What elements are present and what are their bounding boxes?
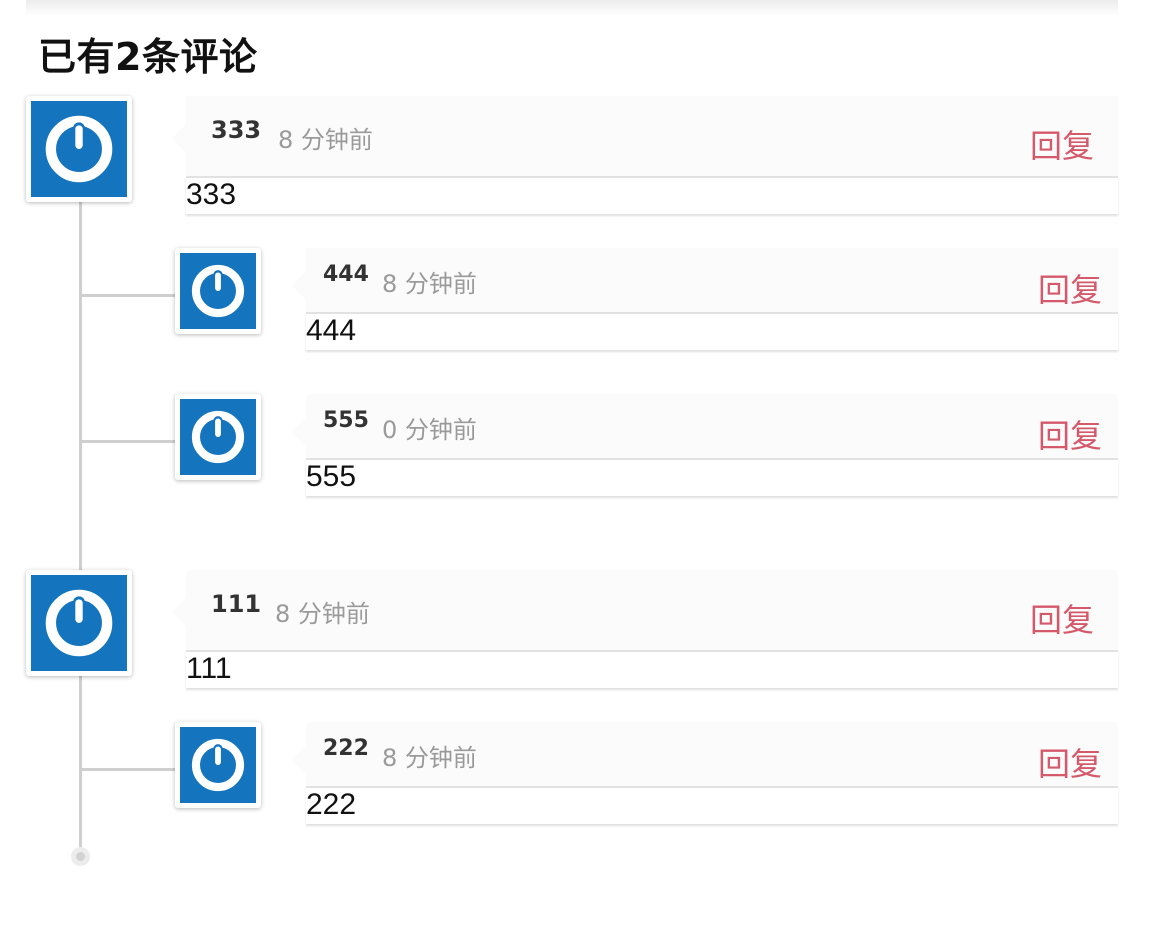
timeline-branch <box>82 294 176 297</box>
timeline-branch <box>82 440 176 443</box>
comment-body: 333 <box>186 178 1118 214</box>
power-icon <box>191 264 245 318</box>
timeline-line <box>79 200 82 574</box>
reply-button[interactable]: 回复 <box>1030 121 1094 167</box>
avatar[interactable] <box>175 248 261 334</box>
comment-time: 8 分钟前 <box>278 126 373 154</box>
comment-header: 222 8 分钟前 回复 <box>306 722 1118 788</box>
power-icon <box>191 410 245 464</box>
reply-button[interactable]: 回复 <box>1038 265 1102 311</box>
comment-author[interactable]: 555 <box>323 408 369 433</box>
reply-button[interactable]: 回复 <box>1038 739 1102 785</box>
timeline-branch <box>82 768 176 771</box>
comment-header: 555 0 分钟前 回复 <box>306 394 1118 460</box>
timeline-end-dot <box>71 847 90 866</box>
power-icon <box>45 589 113 657</box>
timeline-line <box>79 674 82 854</box>
comment-header: 333 8 分钟前 回复 <box>186 96 1118 178</box>
reply-button[interactable]: 回复 <box>1030 595 1094 641</box>
comment-text: 444 <box>306 314 357 347</box>
comment-author[interactable]: 333 <box>211 116 261 144</box>
comments-heading: 已有2条评论 <box>38 35 258 79</box>
avatar[interactable] <box>26 96 132 202</box>
comment-header: 111 8 分钟前 回复 <box>186 570 1118 652</box>
comment-time: 0 分钟前 <box>382 416 477 444</box>
comment-body: 111 <box>186 652 1118 688</box>
comment-author[interactable]: 111 <box>211 590 261 618</box>
comment-header: 444 8 分钟前 回复 <box>306 248 1118 314</box>
top-shadow <box>26 0 1118 16</box>
comment-author[interactable]: 444 <box>323 262 369 287</box>
comment-text: 222 <box>306 788 357 821</box>
power-icon <box>191 738 245 792</box>
avatar[interactable] <box>175 394 261 480</box>
comment-text: 555 <box>306 460 357 493</box>
comment-author[interactable]: 222 <box>323 736 369 761</box>
comment-body: 444 <box>306 314 1118 350</box>
comment-text: 333 <box>186 178 237 211</box>
comment-time: 8 分钟前 <box>275 600 370 628</box>
reply-button[interactable]: 回复 <box>1038 411 1102 457</box>
comment-text: 111 <box>186 652 232 685</box>
avatar[interactable] <box>26 570 132 676</box>
comment-time: 8 分钟前 <box>382 270 477 298</box>
comment-time: 8 分钟前 <box>382 744 477 772</box>
comment-body: 222 <box>306 788 1118 824</box>
avatar[interactable] <box>175 722 261 808</box>
comment-body: 555 <box>306 460 1118 496</box>
power-icon <box>45 115 113 183</box>
